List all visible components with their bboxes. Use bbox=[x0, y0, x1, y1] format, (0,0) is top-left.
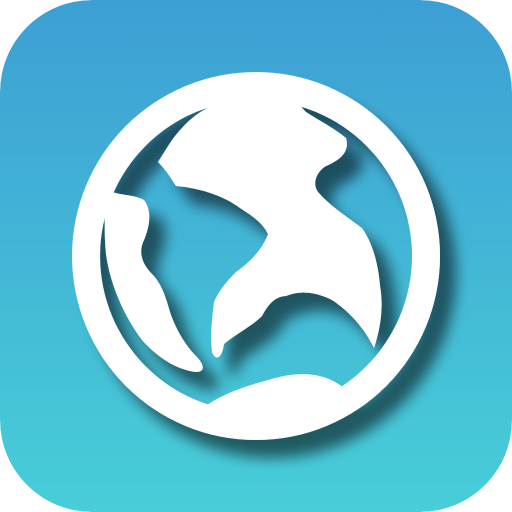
app-icon-graphic bbox=[0, 0, 512, 512]
globe-app-icon[interactable] bbox=[0, 0, 512, 512]
